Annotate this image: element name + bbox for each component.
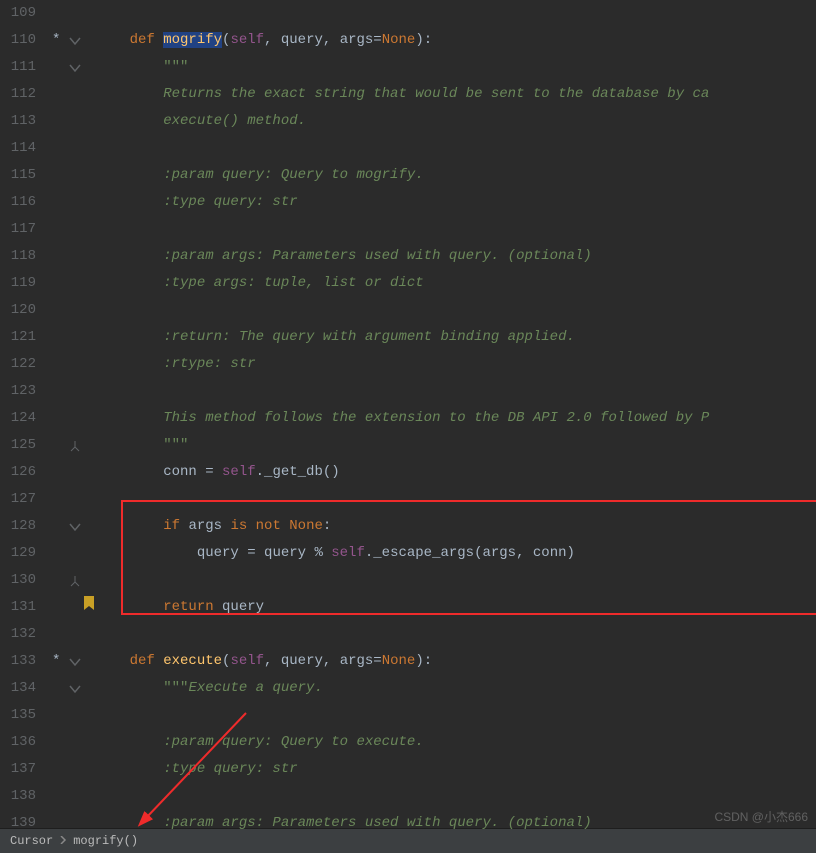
line-number: 121: [0, 324, 36, 351]
code-line[interactable]: [96, 486, 816, 513]
line-number: 126: [0, 459, 36, 486]
watermark: CSDN @小杰666: [714, 808, 808, 825]
breadcrumb-item[interactable]: Cursor: [10, 834, 53, 848]
line-number: 116: [0, 189, 36, 216]
line-number: 133: [0, 648, 36, 675]
code-line[interactable]: [96, 378, 816, 405]
line-number: 114: [0, 135, 36, 162]
line-number: 139: [0, 810, 36, 837]
code-line[interactable]: :param args: Parameters used with query.…: [96, 243, 816, 270]
line-number: 125: [0, 432, 36, 459]
code-line[interactable]: :return: The query with argument binding…: [96, 324, 816, 351]
line-number: 132: [0, 621, 36, 648]
code-line[interactable]: if args is not None:: [96, 513, 816, 540]
fold-toggle-icon[interactable]: [66, 653, 84, 671]
change-marker-icon: *: [52, 27, 60, 54]
fold-toggle-icon[interactable]: [66, 59, 84, 77]
code-line[interactable]: :rtype: str: [96, 351, 816, 378]
code-line[interactable]: [96, 216, 816, 243]
code-line[interactable]: execute() method.: [96, 108, 816, 135]
code-line[interactable]: :param query: Query to execute.: [96, 729, 816, 756]
line-number: 118: [0, 243, 36, 270]
code-line[interactable]: """: [96, 432, 816, 459]
code-line[interactable]: [96, 135, 816, 162]
code-line[interactable]: :type query: str: [96, 189, 816, 216]
line-number: 112: [0, 81, 36, 108]
line-number: 122: [0, 351, 36, 378]
line-number: 135: [0, 702, 36, 729]
code-line[interactable]: [96, 0, 816, 27]
line-number: 136: [0, 729, 36, 756]
line-number: 109: [0, 0, 36, 27]
line-number: 123: [0, 378, 36, 405]
line-number: 138: [0, 783, 36, 810]
code-line[interactable]: [96, 567, 816, 594]
line-number: 119: [0, 270, 36, 297]
code-line[interactable]: """: [96, 54, 816, 81]
fold-toggle-icon[interactable]: [66, 32, 84, 50]
fold-end-icon: [70, 572, 80, 599]
code-line[interactable]: [96, 297, 816, 324]
code-line[interactable]: [96, 783, 816, 810]
code-line[interactable]: :param args: Parameters used with query.…: [96, 810, 816, 837]
bookmark-icon[interactable]: [84, 594, 94, 621]
line-number: 110: [0, 27, 36, 54]
code-line[interactable]: :type args: tuple, list or dict: [96, 270, 816, 297]
line-number: 117: [0, 216, 36, 243]
line-number: 115: [0, 162, 36, 189]
code-line[interactable]: Returns the exact string that would be s…: [96, 81, 816, 108]
line-number: 128: [0, 513, 36, 540]
code-editor[interactable]: 1091101111121131141151161171181191201211…: [0, 0, 816, 828]
code-line[interactable]: This method follows the extension to the…: [96, 405, 816, 432]
code-line[interactable]: :param query: Query to mogrify.: [96, 162, 816, 189]
code-line[interactable]: def mogrify(self, query, args=None):: [96, 27, 816, 54]
line-number: 127: [0, 486, 36, 513]
line-number: 134: [0, 675, 36, 702]
line-number: 124: [0, 405, 36, 432]
line-number: 113: [0, 108, 36, 135]
fold-end-icon: [70, 437, 80, 464]
gutter-marks: **: [46, 0, 96, 828]
line-number: 137: [0, 756, 36, 783]
code-area[interactable]: def mogrify(self, query, args=None): """…: [96, 0, 816, 828]
change-marker-icon: *: [52, 648, 60, 675]
line-number: 129: [0, 540, 36, 567]
code-line[interactable]: [96, 702, 816, 729]
fold-toggle-icon[interactable]: [66, 680, 84, 698]
fold-toggle-icon[interactable]: [66, 518, 84, 536]
code-line[interactable]: query = query % self._escape_args(args, …: [96, 540, 816, 567]
code-line[interactable]: [96, 621, 816, 648]
line-number: 120: [0, 297, 36, 324]
code-line[interactable]: def execute(self, query, args=None):: [96, 648, 816, 675]
code-line[interactable]: conn = self._get_db(): [96, 459, 816, 486]
line-number: 131: [0, 594, 36, 621]
code-line[interactable]: :type query: str: [96, 756, 816, 783]
code-line[interactable]: return query: [96, 594, 816, 621]
code-line[interactable]: """Execute a query.: [96, 675, 816, 702]
chevron-right-icon: [59, 834, 67, 848]
line-number: 111: [0, 54, 36, 81]
line-number-gutter[interactable]: 1091101111121131141151161171181191201211…: [0, 0, 46, 828]
line-number: 130: [0, 567, 36, 594]
